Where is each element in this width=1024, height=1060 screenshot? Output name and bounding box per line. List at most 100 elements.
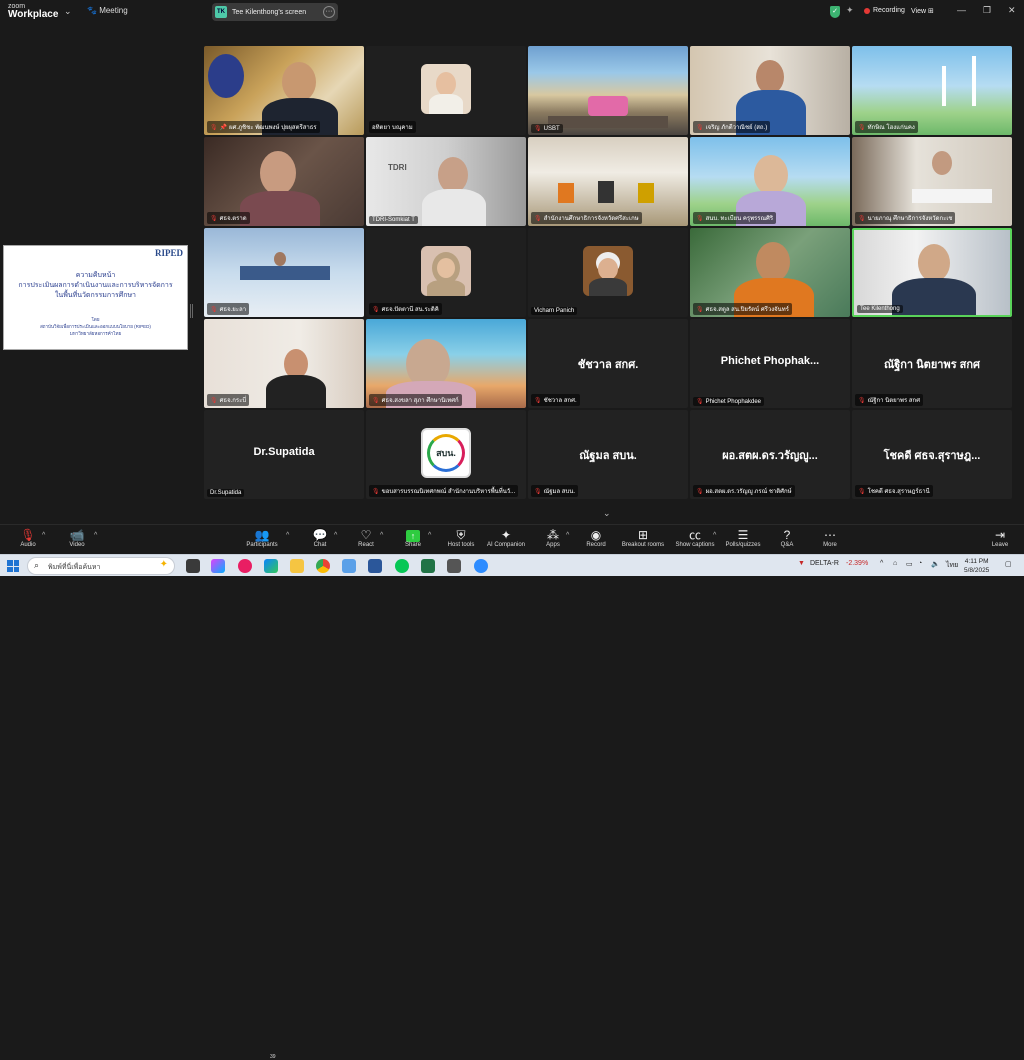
participant-tile[interactable]: 🎙 สำนักงานศึกษาธิการจังหวัดศรีสะเกษ	[528, 137, 688, 226]
shared-screen-thumbnail[interactable]: RIPED ความคืบหน้า การประเมินผลการดำเนินง…	[3, 245, 188, 350]
participant-tile[interactable]: อทิตยา บณุคาม	[366, 46, 526, 135]
video-button[interactable]: 📹 Video	[64, 528, 90, 548]
chevron-up-icon[interactable]: ^	[334, 532, 337, 539]
participant-tile[interactable]: Dr.Supatida Dr.Supatida	[204, 410, 364, 499]
share-label: Share	[404, 542, 421, 548]
app-icon[interactable]	[238, 559, 252, 573]
participant-tile[interactable]: ณัฐมล สบน. 🎙 ณัฐมล สบน.	[528, 410, 688, 499]
react-button[interactable]: ♡ React	[352, 528, 380, 548]
close-icon[interactable]: ✕	[1008, 5, 1016, 16]
apps-button[interactable]: ⁂ Apps	[542, 528, 564, 548]
participants-button[interactable]: 👥 Participants	[242, 528, 282, 548]
active-speaker-tile[interactable]: Tee Kilenthong	[852, 228, 1012, 317]
host-tools-button[interactable]: ⛨ Host tools	[444, 528, 478, 548]
shield-icon[interactable]: ✓	[830, 6, 840, 18]
chevron-up-icon[interactable]: ^	[94, 532, 97, 539]
word-icon[interactable]	[368, 559, 382, 573]
participant-tile[interactable]: 🎙 สนบ. ทะเบียน ครุพรรณศิริ	[690, 137, 850, 226]
captions-label: Show captions	[675, 542, 715, 548]
meeting-label[interactable]: 🐾 Meeting	[87, 6, 128, 15]
share-button[interactable]: ↑ Share	[400, 528, 426, 548]
participant-tile[interactable]: 🎙 ศธจ.สงขลา สุภา ศึกษานิเทศก์	[366, 319, 526, 408]
captions-button[interactable]: ㏄ Show captions	[673, 528, 717, 548]
participant-name: 🎙 📌 ผศ.ภูชิชะ พัฒนพงษ์ ปุยผุสตรีสาธร	[207, 121, 320, 133]
chevron-down-icon[interactable]: ⌄	[64, 6, 72, 17]
participant-tile[interactable]: 🎙 ศธจ.ยะลา	[204, 228, 364, 317]
recording-indicator[interactable]: Recording	[864, 7, 905, 14]
participant-tile[interactable]: ชัชวาล สกศ. 🎙 ชัชวาล สกศ.	[528, 319, 688, 408]
notification-icon[interactable]: ▢	[1005, 560, 1012, 568]
excel-icon[interactable]	[421, 559, 435, 573]
participant-tile[interactable]: 🎙 ศธจ.กระบี่	[204, 319, 364, 408]
leave-button[interactable]: ⇥ Leave	[989, 528, 1011, 548]
chevron-up-icon[interactable]: ^	[566, 532, 569, 539]
task-view-icon[interactable]	[186, 559, 200, 573]
participant-tile[interactable]: 🎙 ศธจ.ตราด	[204, 137, 364, 226]
mic-muted-icon: 🎙	[858, 397, 866, 404]
participant-name: 🎙 ศธจ.ยะลา	[207, 303, 250, 315]
polls-button[interactable]: ☰ Polls/quizzes	[723, 528, 763, 548]
copilot-icon[interactable]	[211, 559, 225, 573]
participant-tile[interactable]: TDRI TDRI-Somkiat T	[366, 137, 526, 226]
clock[interactable]: 4:11 PM 5/8/2025	[964, 557, 989, 575]
qa-button[interactable]: ? Q&A	[778, 528, 796, 548]
chrome-icon[interactable]	[316, 559, 330, 573]
taskbar-search[interactable]: ⌕ พิมพ์ที่นี่เพื่อค้นหา ✦	[27, 557, 175, 575]
more-icon[interactable]: ···	[323, 6, 335, 18]
react-label: React	[358, 542, 374, 548]
splitter-handle[interactable]	[190, 304, 193, 318]
chevron-up-icon[interactable]: ^	[880, 560, 883, 567]
participant-tile[interactable]: สบน. 🎙 ขอบสารบรรณนิเทศกพณ์ สำนักงานบริหาร…	[366, 410, 526, 499]
record-button[interactable]: ◉ Record	[584, 528, 608, 548]
audio-button[interactable]: 🎙 Audio	[16, 528, 40, 548]
participant-tile[interactable]: ณัฐิกา นิตยาพร สกศ 🎙 ณัฐิกา นิตยาพร สกศ	[852, 319, 1012, 408]
participant-tile[interactable]: 🎙 ทักษิณ โฮงแก่นคง	[852, 46, 1012, 135]
stock-name[interactable]: DELTA-R	[810, 560, 839, 567]
language-indicator[interactable]: ไทย	[946, 560, 958, 571]
minimize-icon[interactable]: —	[957, 5, 966, 15]
chevron-up-icon[interactable]: ^	[713, 532, 716, 539]
app-icon[interactable]	[342, 559, 356, 573]
chevron-up-icon[interactable]: ^	[428, 532, 431, 539]
battery-icon[interactable]: ▭	[906, 560, 913, 568]
chevron-down-icon[interactable]: ⌄	[603, 508, 611, 519]
ai-companion-button[interactable]: ✦ AI Companion	[484, 528, 528, 548]
file-explorer-icon[interactable]	[290, 559, 304, 573]
participant-tile[interactable]: 🎙 เจริญ ภักดีวาณิชย์ (สถ.)	[690, 46, 850, 135]
sparkle-icon[interactable]: ✦	[846, 5, 854, 16]
view-button[interactable]: View ⊞	[911, 7, 934, 15]
wifi-icon[interactable]: ◔	[918, 560, 922, 567]
breakout-rooms-button[interactable]: ⊞ Breakout rooms	[620, 528, 666, 548]
windows-start-icon[interactable]	[7, 560, 19, 572]
chat-button[interactable]: 💬 Chat	[306, 528, 334, 548]
participant-tile[interactable]: โชคดี ศธจ.สุราษฎ... 🎙 โชคดี ศธจ.สุราษฎร์ธ…	[852, 410, 1012, 499]
participant-tile[interactable]: Vicharn Panich	[528, 228, 688, 317]
participant-name: 🎙 สำนักงานศึกษาธิการจังหวัดศรีสะเกษ	[531, 212, 642, 224]
restore-icon[interactable]: ❐	[983, 5, 991, 16]
participant-tile[interactable]: Phichet Phophak... 🎙 Phichet Phophakdee	[690, 319, 850, 408]
network-icon[interactable]: ⌂	[893, 560, 897, 567]
participant-tile[interactable]: 🎙 ศธจ.ปัตตานี สน.ระดิคิ	[366, 228, 526, 317]
participant-tile[interactable]: 🎙 นายภาณุ ศึกษาธิการจังหวัดกะเช	[852, 137, 1012, 226]
participant-name-text: ชัชวาล สกศ.	[543, 398, 577, 404]
participant-name: 🎙 สนบ. ทะเบียน ครุพรรณศิริ	[693, 212, 777, 224]
chevron-up-icon[interactable]: ^	[42, 532, 45, 539]
participant-name-text: ศธจ.ปัตตานี สน.ระดิคิ	[381, 307, 439, 313]
edge-icon[interactable]	[264, 559, 278, 573]
app-icon[interactable]	[447, 559, 461, 573]
volume-icon[interactable]: 🔈	[931, 560, 940, 568]
participant-tile[interactable]: 🎙 USBT	[528, 46, 688, 135]
zoom-app-icon[interactable]	[474, 559, 488, 573]
chevron-up-icon[interactable]: ^	[380, 532, 383, 539]
chevron-up-icon[interactable]: ^	[286, 532, 289, 539]
participant-tile[interactable]: ผอ.สตผ.ดร.วรัญญู... 🎙 ผอ.สตผ.ดร.วรัญญู ภร…	[690, 410, 850, 499]
mic-muted-icon: 🎙	[696, 399, 704, 405]
participant-tile[interactable]: 🎙 ศธจ.สตูล สน.ปิยรัตน์ ศรีวงจันทร์	[690, 228, 850, 317]
shield-icon: ⛨	[456, 528, 466, 542]
question-icon: ?	[783, 528, 791, 542]
more-button[interactable]: ⋯ More	[820, 528, 840, 548]
screen-share-pill[interactable]: TK Tee Kilenthong's screen ···	[212, 3, 338, 21]
participant-tile[interactable]: 🎙 📌 ผศ.ภูชิชะ พัฒนพงษ์ ปุยผุสตรีสาธร	[204, 46, 364, 135]
share-title-3: ในพื้นที่นวัตกรรมการศึกษา	[54, 292, 136, 299]
line-icon[interactable]	[395, 559, 409, 573]
